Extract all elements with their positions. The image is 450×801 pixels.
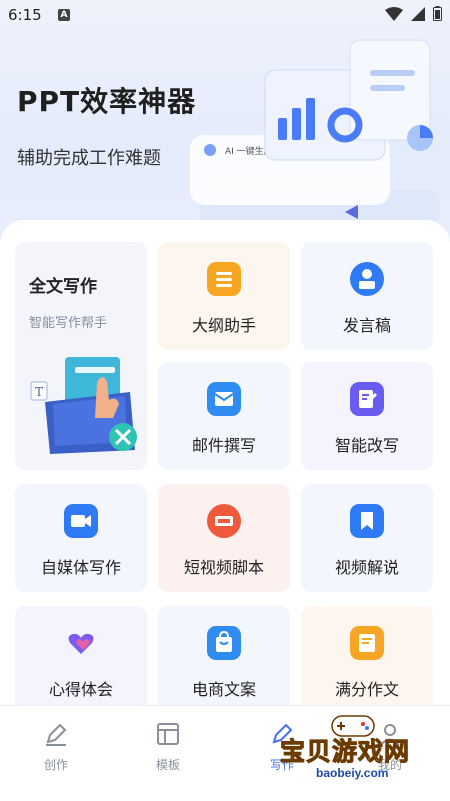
tools-panel: 全文写作 智能写作帮手 T 大纲助手 发言稿 邮件撰写 智能改写 自媒体写作 短… (0, 220, 450, 705)
email-writing-card[interactable]: 邮件撰写 (158, 362, 290, 470)
status-time: 6:15 (8, 6, 42, 24)
full-text-writing-card[interactable]: 全文写作 智能写作帮手 T (15, 242, 147, 470)
hero-subtitle: 辅助完成工作难题 (17, 148, 161, 169)
pen-icon (46, 723, 67, 746)
notification-icon: A (58, 9, 70, 21)
card-label: 心得体会 (48, 680, 113, 699)
tab-create[interactable]: 创作 (26, 720, 86, 773)
reflection-card[interactable]: 心得体会 (15, 606, 147, 705)
speaker-icon (350, 262, 384, 296)
card-label: 满分作文 (334, 680, 399, 699)
wifi-icon (385, 6, 403, 21)
signal-icon (411, 6, 425, 21)
rewrite-icon (350, 382, 384, 416)
essay-icon (350, 626, 384, 660)
tab-label: 创作 (43, 758, 68, 772)
short-video-script-card[interactable]: 短视频脚本 (158, 484, 290, 592)
bookmark-icon (350, 504, 384, 538)
outline-icon (207, 262, 241, 296)
full-mark-essay-card[interactable]: 满分作文 (301, 606, 433, 705)
heart-icon (64, 626, 98, 660)
mail-icon (207, 382, 241, 416)
feature-subtitle: 智能写作帮手 (29, 316, 108, 331)
template-icon (157, 723, 179, 745)
watermark-logo: 宝贝游戏网 baobeiy.com (279, 712, 445, 782)
smart-rewrite-card[interactable]: 智能改写 (301, 362, 433, 470)
speech-draft-card[interactable]: 发言稿 (301, 242, 433, 350)
outline-assistant-card[interactable]: 大纲助手 (158, 242, 290, 350)
card-label: 电商文案 (191, 680, 256, 699)
card-label: 发言稿 (342, 316, 391, 335)
card-label: 视频解说 (334, 558, 399, 577)
tab-templates[interactable]: 模板 (138, 720, 198, 773)
svg-text:T: T (35, 385, 43, 399)
status-bar: 6:15 A (0, 0, 450, 34)
card-label: 邮件撰写 (191, 436, 256, 455)
watermark-url: baobeiy.com (316, 766, 389, 780)
video-commentary-card[interactable]: 视频解说 (301, 484, 433, 592)
card-label: 自媒体写作 (40, 558, 121, 577)
hero-illustration: AI 一键生成 PPT (190, 39, 440, 225)
battery-icon (433, 6, 442, 21)
self-media-writing-card[interactable]: 自媒体写作 (15, 484, 147, 592)
hero-banner: PPT效率神器 辅助完成工作难题 AI 一键生成 PPT (0, 0, 450, 250)
tab-label: 模板 (155, 758, 180, 772)
shopping-bag-icon (207, 626, 241, 660)
script-icon (207, 504, 241, 538)
card-label: 大纲助手 (191, 316, 256, 335)
card-label: 短视频脚本 (183, 558, 264, 577)
video-camera-icon (64, 504, 98, 538)
watermark-text: 宝贝游戏网 (279, 737, 411, 767)
card-label: 智能改写 (334, 436, 399, 455)
feature-title: 全文写作 (29, 277, 97, 297)
folder-illustration-icon: T (30, 357, 137, 454)
ecommerce-copy-card[interactable]: 电商文案 (158, 606, 290, 705)
